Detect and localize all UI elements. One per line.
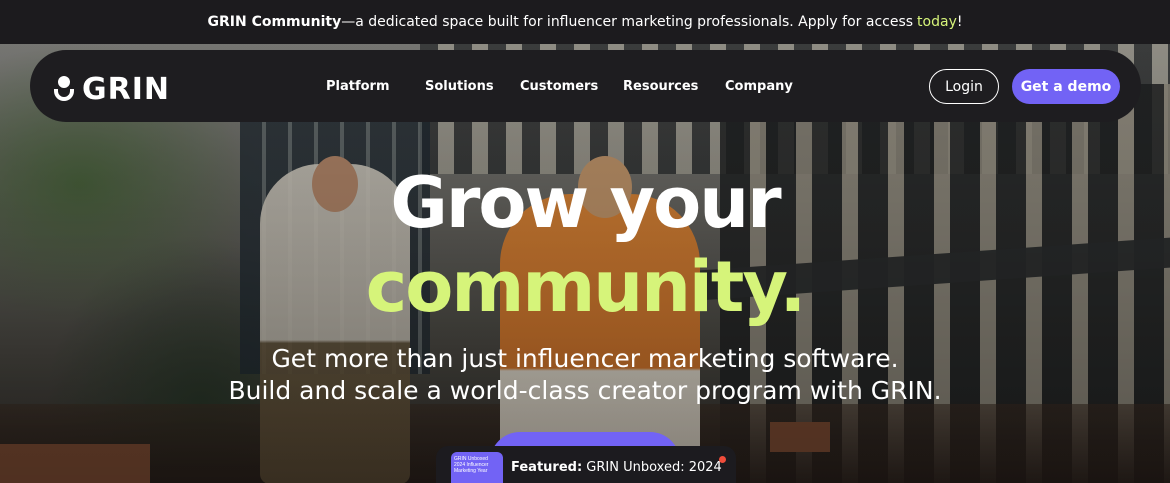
nav-item-solutions[interactable]: Solutions bbox=[425, 79, 494, 94]
get-demo-button[interactable]: Get a demo bbox=[1012, 69, 1120, 104]
hero-headline-line1: Grow your bbox=[390, 162, 781, 244]
announcement-brand: GRIN Community bbox=[207, 14, 342, 30]
grin-logo-icon bbox=[54, 75, 74, 104]
main-navbar: GRIN Platform Solutions Customers Resour… bbox=[30, 50, 1141, 122]
logo-text: GRIN bbox=[82, 72, 170, 107]
announcement-link[interactable]: today bbox=[917, 14, 957, 30]
featured-thumbnail: GRIN Unboxed 2024 Influencer Marketing Y… bbox=[451, 452, 503, 483]
featured-card[interactable]: GRIN Unboxed 2024 Influencer Marketing Y… bbox=[436, 446, 736, 483]
live-dot-icon bbox=[719, 456, 726, 463]
hero-subhead-line1: Get more than just influencer marketing … bbox=[271, 344, 899, 373]
hero-headline-line2: community. bbox=[365, 246, 806, 328]
featured-text: Featured: GRIN Unboxed: 2024 bbox=[511, 460, 722, 475]
announcement-bar: GRIN Community —a dedicated space built … bbox=[0, 0, 1170, 44]
nav-item-customers[interactable]: Customers bbox=[520, 79, 598, 94]
announcement-suffix: ! bbox=[956, 14, 963, 30]
nav-item-company[interactable]: Company bbox=[725, 79, 793, 94]
grin-logo[interactable]: GRIN bbox=[54, 72, 170, 107]
hero-subhead-line2: Build and scale a world-class creator pr… bbox=[228, 376, 942, 405]
featured-label: Featured: bbox=[511, 460, 583, 475]
login-button[interactable]: Login bbox=[929, 69, 999, 104]
nav-item-platform[interactable]: Platform bbox=[326, 79, 390, 94]
nav-item-resources[interactable]: Resources bbox=[623, 79, 698, 94]
featured-title: GRIN Unboxed: 2024 bbox=[586, 460, 722, 475]
announcement-text: —a dedicated space built for influencer … bbox=[341, 14, 914, 30]
